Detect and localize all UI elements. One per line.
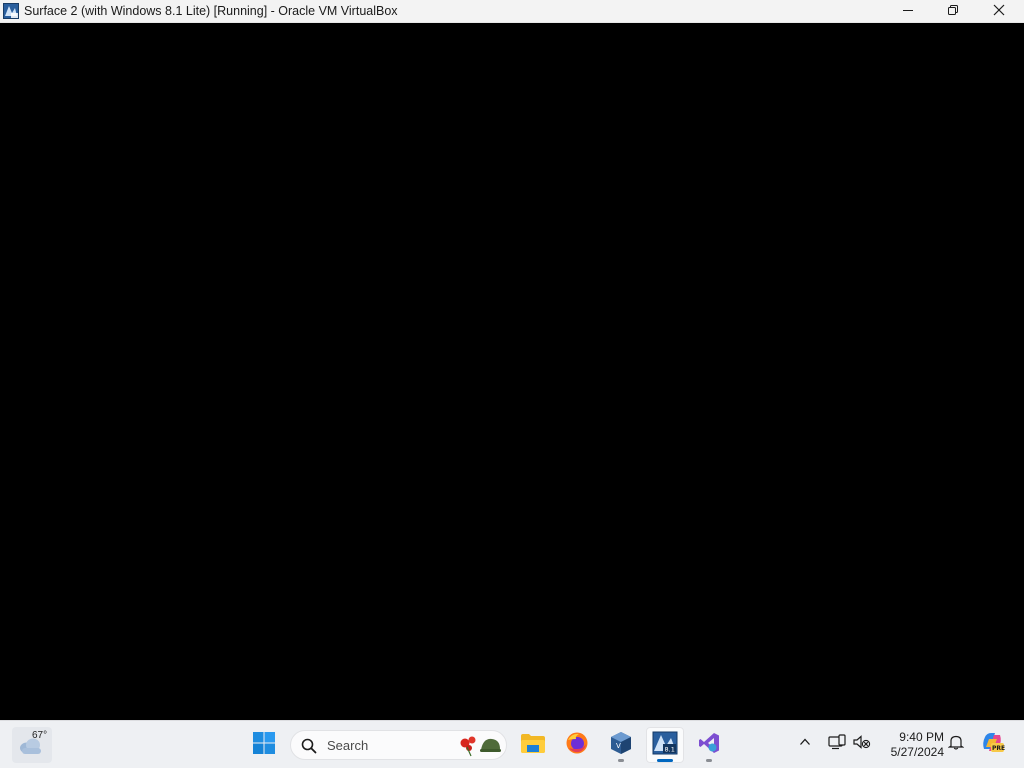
copilot-button[interactable]: PRE (979, 731, 1005, 757)
volume-button[interactable] (851, 733, 873, 755)
search-placeholder: Search (327, 738, 369, 753)
taskbar-visual-studio[interactable] (690, 727, 728, 763)
poppies-helmet-icon (457, 734, 503, 763)
network-icon (828, 733, 846, 755)
network-button[interactable] (826, 733, 848, 755)
clock-time: 9:40 PM (899, 730, 944, 744)
virtualbox-vm-icon[interactable] (3, 3, 19, 19)
weather-widget[interactable]: 67° (12, 727, 52, 763)
copilot-icon: PRE (979, 729, 1005, 760)
svg-text:8.1: 8.1 (665, 745, 675, 753)
restore-button[interactable] (930, 0, 976, 23)
show-hidden-icons-button[interactable] (794, 733, 816, 755)
svg-text:V: V (616, 742, 621, 750)
weather-temperature: 67° (32, 730, 48, 741)
taskbar-firefox[interactable] (558, 727, 596, 763)
search-icon (301, 738, 317, 759)
close-icon (993, 3, 1005, 21)
svg-text:PRE: PRE (992, 745, 1005, 752)
virtualbox-icon: V (609, 731, 633, 760)
taskbar: 67° Search V 8.1 9:40 PM 5/27/2024 PRE (0, 720, 1024, 768)
active-indicator (657, 759, 673, 762)
taskbar-virtualbox-manager[interactable]: V (602, 727, 640, 763)
visual-studio-icon (697, 731, 721, 760)
bell-icon (947, 734, 965, 755)
virtualbox-window: Surface 2 (with Windows 8.1 Lite) [Runni… (0, 0, 1024, 720)
window-title: Surface 2 (with Windows 8.1 Lite) [Runni… (24, 4, 398, 18)
running-indicator (618, 759, 624, 762)
clock[interactable]: 9:40 PM 5/27/2024 (878, 730, 944, 760)
running-indicator (706, 759, 712, 762)
speaker-muted-icon (853, 734, 871, 755)
close-button[interactable] (976, 0, 1022, 23)
vm-81-icon: 8.1 (652, 731, 678, 760)
taskbar-file-explorer[interactable] (514, 727, 552, 763)
search-box[interactable]: Search (290, 730, 507, 760)
firefox-icon (565, 731, 589, 760)
windows-logo-icon (252, 731, 276, 760)
taskbar-virtualbox-vm[interactable]: 8.1 (646, 727, 684, 763)
minimize-button[interactable] (885, 0, 931, 23)
start-button[interactable] (245, 727, 283, 763)
chevron-up-icon (799, 735, 811, 753)
notifications-button[interactable] (945, 733, 967, 755)
folder-icon (520, 732, 546, 759)
vm-display[interactable] (0, 23, 1024, 720)
title-bar[interactable]: Surface 2 (with Windows 8.1 Lite) [Runni… (0, 0, 1024, 23)
minimize-icon (902, 3, 914, 21)
clock-date: 5/27/2024 (890, 745, 944, 759)
restore-icon (947, 3, 959, 21)
